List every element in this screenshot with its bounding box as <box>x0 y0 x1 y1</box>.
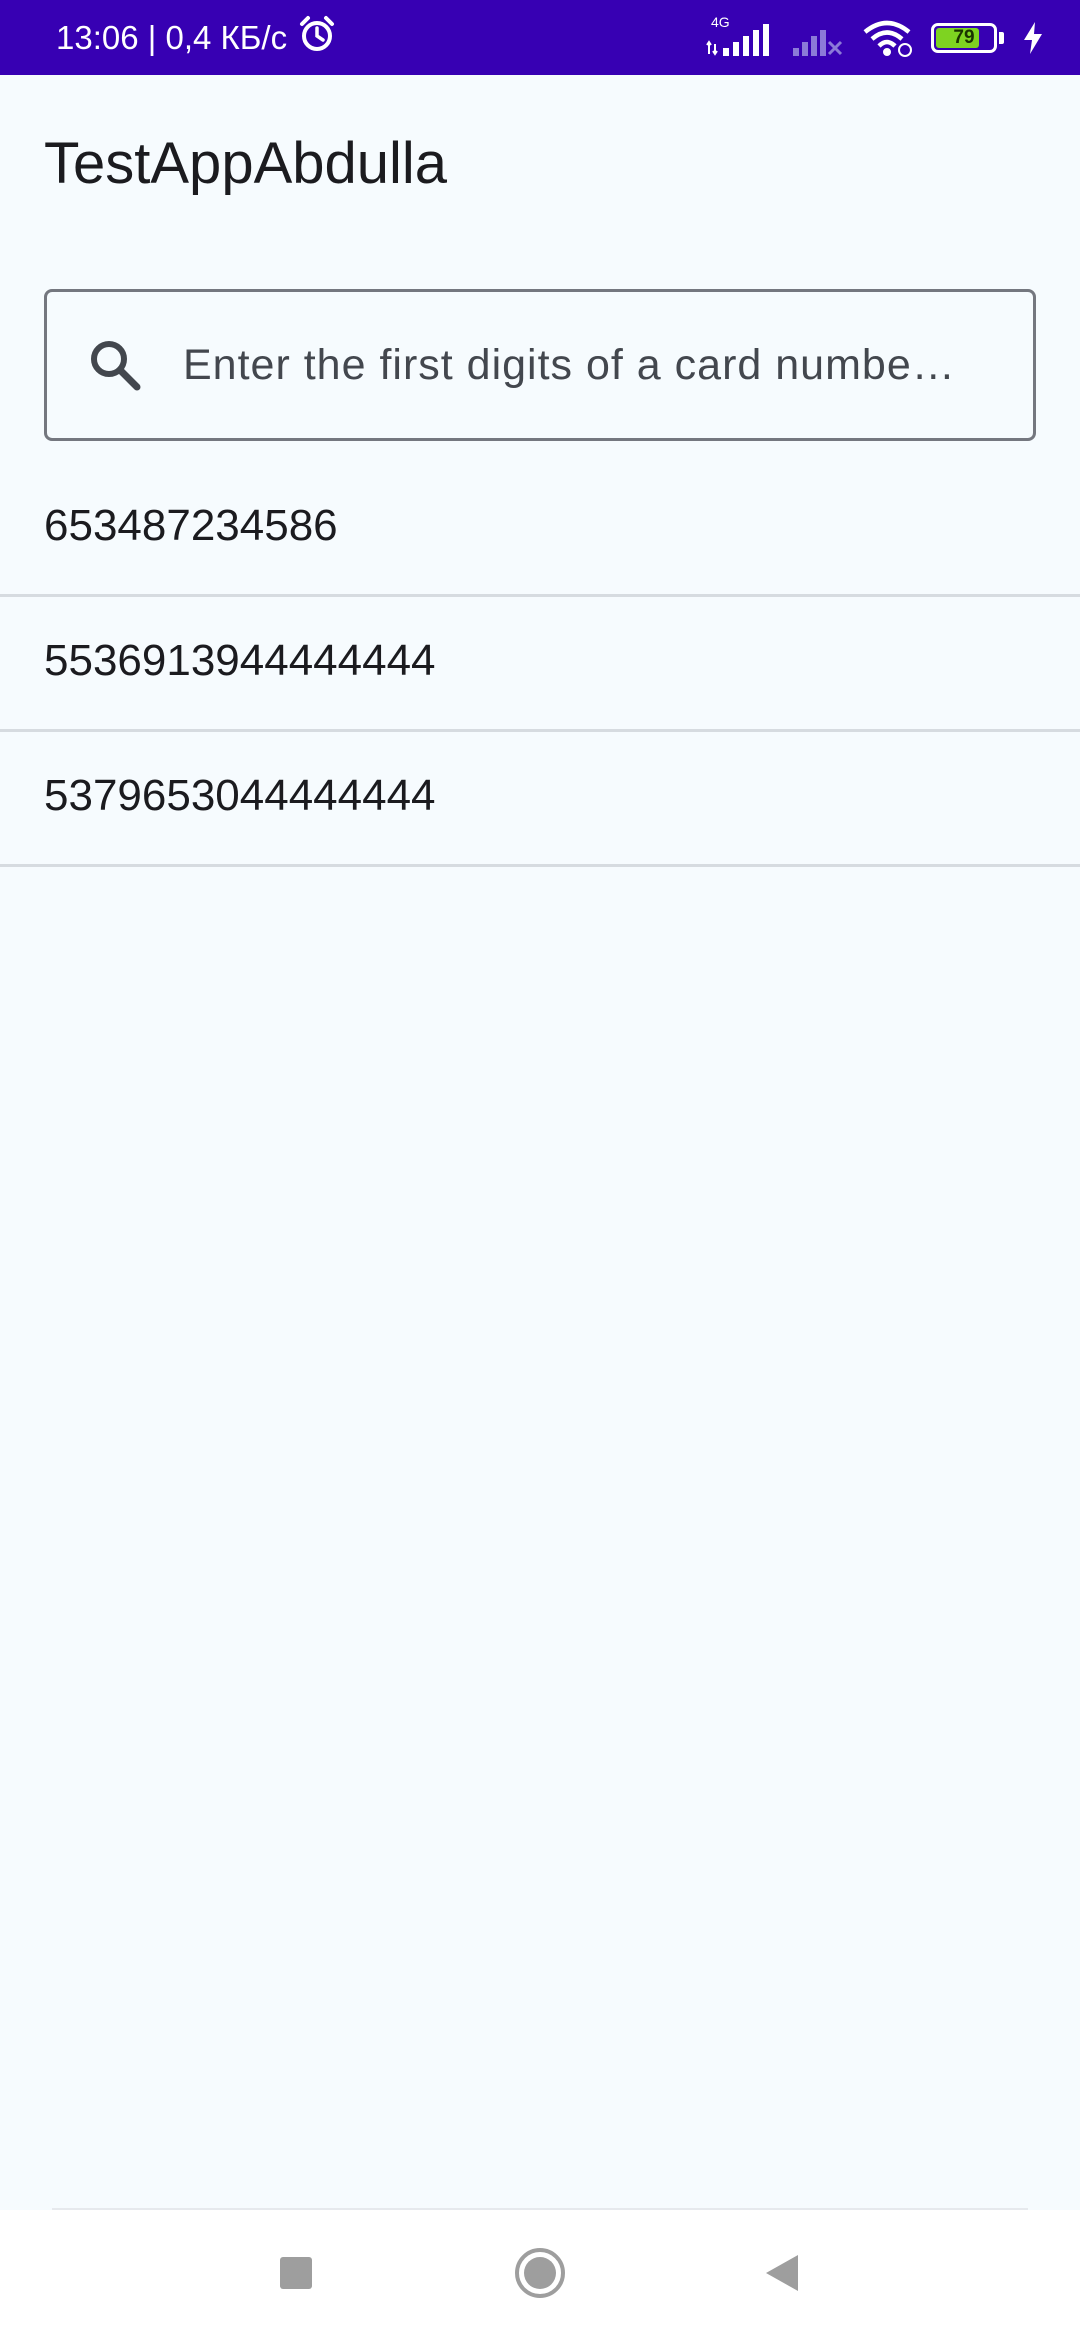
battery-cap <box>999 31 1004 44</box>
recent-apps-button[interactable] <box>236 2210 356 2340</box>
list-item-card-number[interactable]: 653487234586 <box>0 462 1080 597</box>
list-item-card-number[interactable]: 5536913944444444 <box>0 597 1080 732</box>
list-item-card-number[interactable]: 5379653044444444 <box>0 732 1080 867</box>
signal-no-sim-icon <box>791 18 843 58</box>
battery-icon: 79 <box>931 22 1004 53</box>
triangle-icon <box>764 2253 800 2298</box>
card-search-input[interactable] <box>183 340 983 390</box>
battery-level: 79 <box>953 26 975 48</box>
square-icon <box>278 2255 314 2296</box>
status-bar-left: 13:06 | 0,4 КБ/с <box>56 14 337 62</box>
charging-icon <box>1022 21 1044 55</box>
signal-4g-icon: 4G <box>705 14 773 58</box>
app-title: TestAppAbdulla <box>44 131 448 196</box>
status-bar-right: 4G 79 <box>705 14 1044 58</box>
card-number-list: 653487234586 5536913944444444 5379653044… <box>0 462 1080 867</box>
battery-body: 79 <box>931 22 997 53</box>
alarm-icon <box>297 14 337 62</box>
status-time: 13:06 | 0,4 КБ/с <box>56 18 288 56</box>
circle-icon <box>514 2247 566 2304</box>
network-type-label: 4G <box>711 13 730 30</box>
wifi-icon <box>861 18 913 58</box>
system-nav-bar <box>0 2210 1080 2340</box>
card-search-field[interactable] <box>44 289 1036 441</box>
search-icon <box>85 335 145 395</box>
home-button[interactable] <box>480 2210 600 2340</box>
status-bar: 13:06 | 0,4 КБ/с 4G 79 <box>0 0 1080 75</box>
back-button[interactable] <box>722 2210 842 2340</box>
